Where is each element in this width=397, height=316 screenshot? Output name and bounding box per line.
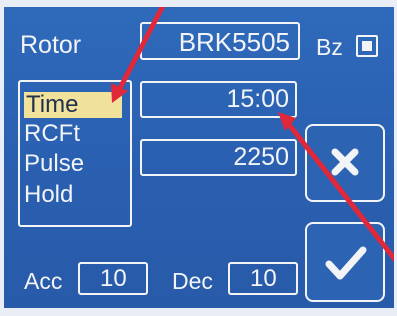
mode-list: Time RCFt Pulse Hold [18, 80, 132, 227]
deceleration-value: 10 [250, 265, 277, 292]
buzzer-checkbox-mark [362, 41, 372, 51]
x-icon [331, 148, 359, 176]
buzzer-label: Bz [316, 34, 343, 60]
confirm-button[interactable] [305, 222, 385, 302]
rotor-value: BRK5505 [178, 27, 290, 57]
mode-item-time[interactable]: Time [24, 92, 122, 118]
time-field[interactable]: 15:00 [140, 81, 297, 118]
frame-bottom [0, 308, 397, 316]
cancel-button[interactable] [305, 124, 385, 202]
acceleration-field[interactable]: 10 [78, 262, 148, 295]
speed-value: 2250 [233, 143, 289, 171]
rotor-label: Rotor [20, 31, 82, 59]
mode-item-hold[interactable]: Hold [24, 183, 73, 207]
buzzer-checkbox[interactable] [356, 35, 378, 57]
speed-field[interactable]: 2250 [140, 139, 297, 176]
deceleration-label: Dec [172, 268, 213, 294]
mode-item-rcft[interactable]: RCFt [24, 122, 80, 146]
frame-left [0, 0, 4, 316]
mode-item-pulse[interactable]: Pulse [24, 152, 84, 176]
deceleration-field[interactable]: 10 [228, 262, 298, 295]
frame-top [0, 0, 397, 7]
time-value: 15:00 [226, 85, 289, 113]
rotor-field[interactable]: BRK5505 [140, 22, 300, 60]
checkmark-icon [325, 246, 367, 280]
acceleration-label: Acc [24, 268, 63, 294]
acceleration-value: 10 [100, 265, 127, 292]
